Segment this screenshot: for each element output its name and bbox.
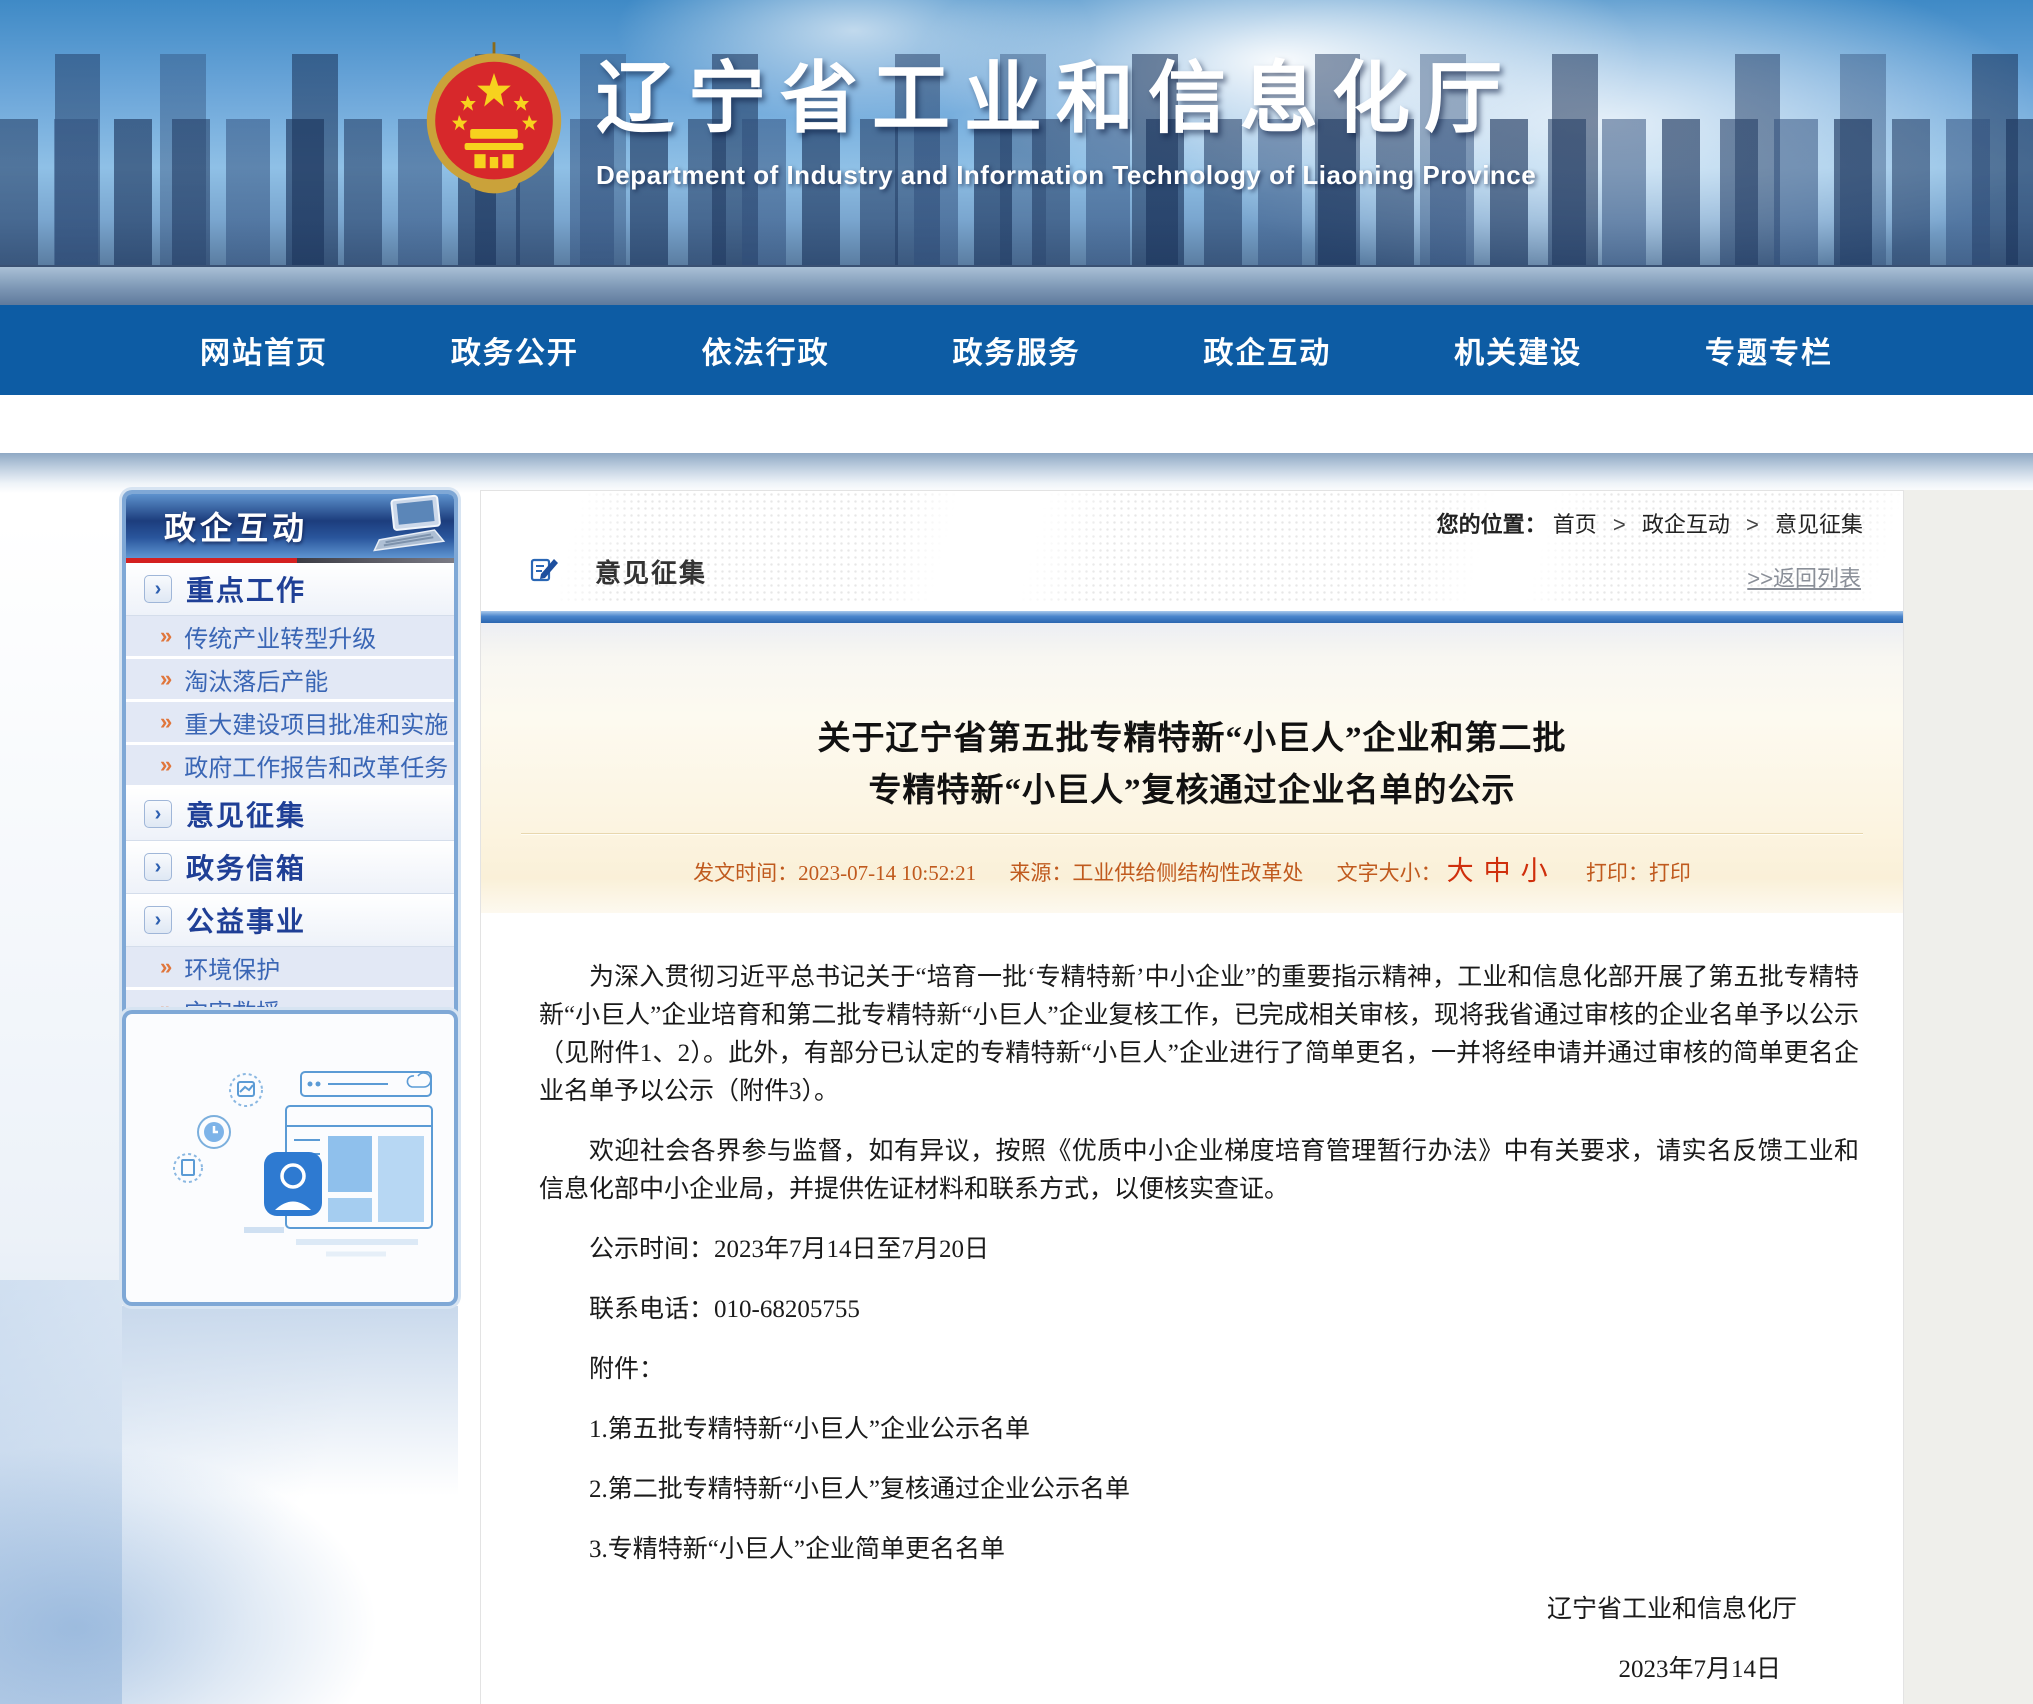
sidebar-shadow-gradient	[122, 1306, 458, 1496]
strip-gap	[481, 603, 1903, 611]
meta-divider	[521, 833, 1863, 835]
section-title: 意见征集	[595, 553, 707, 590]
breadcrumb-current[interactable]: 意见征集	[1775, 512, 1863, 537]
attachment-item-1: 1.第五批专精特新“小巨人”企业公示名单	[539, 1411, 1859, 1449]
publish-time: 发文时间：2023-07-14 10:52:21	[693, 861, 976, 885]
sidebar: 政企互动 › 重点工作 » 传统产业转型升级 » 淘汰落后产能 » 重大建设项目…	[122, 490, 458, 1037]
fontsize-medium[interactable]: 中	[1484, 856, 1511, 886]
article-title-line2: 专精特新“小巨人”复核通过企业名单的公示	[481, 765, 1903, 817]
sidebar-item-phase-out-capacity[interactable]: » 淘汰落后产能	[126, 659, 454, 702]
main-content: 您的位置： 首页 > 政企互动 > 意见征集 意见征集 >>返回列表 关于辽宁省…	[480, 490, 1904, 1704]
breadcrumb-gov-enterprise[interactable]: 政企互动	[1642, 512, 1730, 537]
back-to-list-link[interactable]: >>返回列表	[1747, 561, 1861, 593]
sidebar-item-major-projects[interactable]: » 重大建设项目批准和实施	[126, 702, 454, 745]
double-chevron-icon: »	[160, 754, 172, 776]
sidebar-item-key-work[interactable]: › 重点工作	[126, 563, 454, 616]
article-body: 为深入贯彻习近平总书记关于“培育一批‘专精特新’中小企业”的重要指示精神，工业和…	[481, 913, 1903, 1689]
paragraph: 为深入贯彻习近平总书记关于“培育一批‘专精特新’中小企业”的重要指示精神，工业和…	[539, 959, 1859, 1111]
breadcrumb-separator: >	[1613, 512, 1626, 537]
divider-band	[0, 453, 2033, 493]
fontsize-control: 文字大小：大中小	[1337, 861, 1553, 885]
sidebar-header: 政企互动	[126, 494, 454, 558]
blue-divider-bar	[481, 611, 1903, 623]
signature-date: 2023年7月14日	[539, 1651, 1859, 1689]
double-chevron-icon: »	[160, 711, 172, 733]
sidebar-item-opinion-solicitation[interactable]: › 意见征集	[126, 788, 454, 841]
sidebar-illustration	[122, 1010, 458, 1306]
breadcrumb: 您的位置： 首页 > 政企互动 > 意见征集	[1437, 507, 1863, 539]
fontsize-large[interactable]: 大	[1447, 856, 1474, 886]
signature: 辽宁省工业和信息化厅	[539, 1591, 1859, 1629]
print-control: 打印：打印	[1586, 861, 1691, 885]
breadcrumb-home[interactable]: 首页	[1553, 512, 1597, 537]
national-emblem-icon	[424, 42, 564, 207]
print-link[interactable]: 打印	[1649, 861, 1691, 885]
paragraph: 欢迎社会各界参与监督，如有异议，按照《优质中小企业梯度培育管理暂行办法》中有关要…	[539, 1133, 1859, 1209]
attachments-label: 附件：	[539, 1351, 1859, 1389]
right-margin	[1904, 490, 2033, 1704]
sidebar-header-title: 政企互动	[126, 503, 308, 549]
chevron-right-icon: ›	[144, 575, 172, 603]
sidebar-item-gov-mailbox[interactable]: › 政务信箱	[126, 841, 454, 894]
attachment-item-2: 2.第二批专精特新“小巨人”复核通过企业公示名单	[539, 1471, 1859, 1509]
edit-pen-icon	[529, 554, 559, 589]
computer-icon	[361, 493, 451, 560]
sidebar-item-public-welfare[interactable]: › 公益事业	[126, 894, 454, 947]
fontsize-small[interactable]: 小	[1521, 856, 1548, 886]
section-strip: 您的位置： 首页 > 政企互动 > 意见征集 意见征集 >>返回列表	[481, 491, 1903, 603]
article-header: 关于辽宁省第五批专精特新“小巨人”企业和第二批 专精特新“小巨人”复核通过企业名…	[481, 623, 1903, 913]
nav-law-admin[interactable]: 依法行政	[702, 328, 830, 372]
left-margin	[0, 520, 122, 1704]
double-chevron-icon: »	[160, 956, 172, 978]
site-identity: 辽宁省工业和信息化厅 Department of Industry and In…	[596, 48, 1536, 191]
site-subtitle: Department of Industry and Information T…	[596, 160, 1536, 191]
nav-gov-enterprise[interactable]: 政企互动	[1203, 328, 1331, 372]
sidebar-item-environment[interactable]: » 环境保护	[126, 947, 454, 990]
site-title: 辽宁省工业和信息化厅	[596, 48, 1536, 148]
attachment-item-3: 3.专精特新“小巨人”企业简单更名名单	[539, 1531, 1859, 1569]
nav-home[interactable]: 网站首页	[200, 328, 328, 372]
sidebar-accent-line	[126, 558, 454, 563]
nav-gov-services[interactable]: 政务服务	[952, 328, 1080, 372]
nav-special-topics[interactable]: 专题专栏	[1705, 328, 1833, 372]
article-meta: 发文时间：2023-07-14 10:52:21 来源：工业供给侧结构性改革处 …	[481, 849, 1903, 888]
chevron-right-icon: ›	[144, 906, 172, 934]
source: 来源：工业供给侧结构性改革处	[1009, 861, 1303, 885]
breadcrumb-separator: >	[1746, 512, 1759, 537]
article-title-line1: 关于辽宁省第五批专精特新“小巨人”企业和第二批	[481, 713, 1903, 765]
chevron-right-icon: ›	[144, 853, 172, 881]
sidebar-item-industry-upgrade[interactable]: » 传统产业转型升级	[126, 616, 454, 659]
sidebar-item-gov-report-reform[interactable]: » 政府工作报告和改革任务	[126, 745, 454, 788]
double-chevron-icon: »	[160, 668, 172, 690]
contact-phone: 联系电话：010-68205755	[539, 1291, 1859, 1329]
chevron-right-icon: ›	[144, 800, 172, 828]
double-chevron-icon: »	[160, 625, 172, 647]
nav-gov-affairs[interactable]: 政务公开	[451, 328, 579, 372]
section-header: 意见征集	[529, 553, 707, 590]
main-nav: 网站首页 政务公开 依法行政 政务服务 政企互动 机关建设 专题专栏	[0, 305, 2033, 395]
breadcrumb-label: 您的位置：	[1437, 512, 1547, 537]
water-reflection	[0, 265, 2033, 305]
header-banner: 辽宁省工业和信息化厅 Department of Industry and In…	[0, 0, 2033, 305]
nav-agency-building[interactable]: 机关建设	[1454, 328, 1582, 372]
publicity-period: 公示时间：2023年7月14日至7月20日	[539, 1231, 1859, 1269]
